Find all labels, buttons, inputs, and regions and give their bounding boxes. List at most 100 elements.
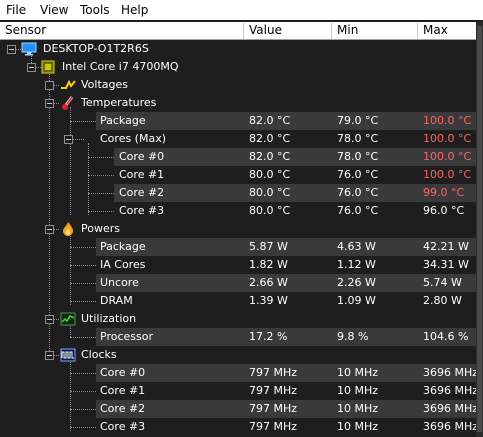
group-label: Temperatures <box>81 96 157 109</box>
sensor-min: 10 MHz <box>337 402 379 415</box>
menu-file[interactable]: File <box>6 3 26 17</box>
collapse-toggle[interactable] <box>64 135 73 144</box>
collapse-toggle[interactable] <box>45 351 54 360</box>
thermometer-icon <box>62 96 74 110</box>
sensor-label: DRAM <box>100 294 133 307</box>
sensor-max: 100.0 °C <box>423 132 472 145</box>
group-label: Voltages <box>81 78 128 91</box>
sensor-min: 78.0 °C <box>337 132 379 145</box>
collapse-toggle[interactable] <box>27 63 36 72</box>
sensor-label: Core #1 <box>100 384 146 397</box>
sensor-row-power-package[interactable]: Package 5.87 W 4.63 W 42.21 W <box>0 238 476 256</box>
sensor-value: 5.87 W <box>249 240 288 253</box>
sensor-row-temp-core-0[interactable]: Core #0 82.0 °C 78.0 °C 100.0 °C <box>0 148 476 166</box>
sensor-min: 79.0 °C <box>337 114 379 127</box>
sensor-label: IA Cores <box>100 258 146 271</box>
column-max[interactable]: Max <box>418 23 476 39</box>
sensor-value: 797 MHz <box>249 366 298 379</box>
menu-bar: File View Tools Help <box>0 0 483 20</box>
sensor-min: 76.0 °C <box>337 168 379 181</box>
sensor-row-temp-core-3[interactable]: Core #3 80.0 °C 76.0 °C 96.0 °C <box>0 202 476 220</box>
sensor-row-power-ia-cores[interactable]: IA Cores 1.82 W 1.12 W 34.31 W <box>0 256 476 274</box>
cpu-name: Intel Core i7 4700MQ <box>62 60 179 73</box>
sensor-min: 10 MHz <box>337 366 379 379</box>
group-label: Utilization <box>81 312 137 325</box>
sensor-row-temp-package[interactable]: Package 82.0 °C 79.0 °C 100.0 °C <box>0 112 476 130</box>
sensor-max: 5.74 W <box>423 276 462 289</box>
sensor-value: 2.66 W <box>249 276 288 289</box>
sensor-row-util-processor[interactable]: Processor 17.2 % 9.8 % 104.6 % <box>0 328 476 346</box>
sensor-label: Core #2 <box>119 186 165 199</box>
menu-tools[interactable]: Tools <box>80 3 110 17</box>
tree-group-utilization[interactable]: Utilization <box>0 310 476 328</box>
tree-node-computer[interactable]: DESKTOP-O1T2R6S <box>0 40 476 58</box>
sensor-row-power-dram[interactable]: DRAM 1.39 W 1.09 W 2.80 W <box>0 292 476 310</box>
sensor-max: 3696 MHz <box>423 420 476 433</box>
sensor-value: 80.0 °C <box>249 204 291 217</box>
voltage-icon <box>61 79 76 89</box>
sensor-label: Core #1 <box>119 168 165 181</box>
tree-group-clocks[interactable]: Clocks <box>0 346 476 364</box>
sensor-row-clock-core-2[interactable]: Core #2 797 MHz 10 MHz 3696 MHz <box>0 400 476 418</box>
sensor-row-power-uncore[interactable]: Uncore 2.66 W 2.26 W 5.74 W <box>0 274 476 292</box>
sensor-min: 9.8 % <box>337 330 369 343</box>
sensor-max: 100.0 °C <box>423 168 472 181</box>
collapse-toggle[interactable] <box>45 315 54 324</box>
sensor-value: 80.0 °C <box>249 186 291 199</box>
sensor-max: 100.0 °C <box>423 150 472 163</box>
tree-group-powers[interactable]: Powers <box>0 220 476 238</box>
sensor-value: 797 MHz <box>249 384 298 397</box>
sensor-min: 1.09 W <box>337 294 376 307</box>
scrollbar-thumb[interactable] <box>477 26 482 432</box>
sensor-tree: DESKTOP-O1T2R6S Intel Core i7 4700MQ Vol… <box>0 40 476 437</box>
sensor-min: 2.26 W <box>337 276 376 289</box>
tree-node-cpu[interactable]: Intel Core i7 4700MQ <box>0 58 476 76</box>
sensor-row-temp-core-2[interactable]: Core #2 80.0 °C 76.0 °C 99.0 °C <box>0 184 476 202</box>
column-value[interactable]: Value <box>244 23 332 39</box>
clock-signal-icon <box>60 348 76 362</box>
sensor-label: Core #2 <box>100 402 146 415</box>
sensor-label: Cores (Max) <box>100 132 167 145</box>
sensor-min: 4.63 W <box>337 240 376 253</box>
sensor-label: Core #0 <box>100 366 146 379</box>
sensor-label: Uncore <box>100 276 139 289</box>
menu-view[interactable]: View <box>40 3 68 17</box>
collapse-toggle[interactable] <box>7 45 16 54</box>
utilization-graph-icon <box>60 312 76 326</box>
sensor-row-temp-core-1[interactable]: Core #1 80.0 °C 76.0 °C 100.0 °C <box>0 166 476 184</box>
sensor-value: 797 MHz <box>249 402 298 415</box>
vertical-scrollbar[interactable] <box>476 22 483 437</box>
sensor-label: Core #3 <box>100 420 146 433</box>
column-min[interactable]: Min <box>332 23 418 39</box>
sensor-value: 82.0 °C <box>249 114 291 127</box>
flame-icon <box>63 222 73 236</box>
tree-group-voltages[interactable]: Voltages <box>0 76 476 94</box>
sensor-row-cores-max[interactable]: Cores (Max) 82.0 °C 78.0 °C 100.0 °C <box>0 130 476 148</box>
sensor-label: Package <box>100 114 146 127</box>
sensor-max: 42.21 W <box>423 240 469 253</box>
sensor-row-clock-core-3[interactable]: Core #3 797 MHz 10 MHz 3696 MHz <box>0 418 476 436</box>
sensor-label: Core #0 <box>119 150 165 163</box>
sensor-value: 82.0 °C <box>249 132 291 145</box>
sensor-row-clock-core-1[interactable]: Core #1 797 MHz 10 MHz 3696 MHz <box>0 382 476 400</box>
sensor-max: 104.6 % <box>423 330 469 343</box>
collapse-toggle[interactable] <box>45 99 54 108</box>
column-sensor[interactable]: Sensor <box>0 23 244 39</box>
computer-name: DESKTOP-O1T2R6S <box>43 42 149 55</box>
cpu-chip-icon <box>41 60 55 74</box>
tree-group-temperatures[interactable]: Temperatures <box>0 94 476 112</box>
sensor-min: 76.0 °C <box>337 204 379 217</box>
sensor-max: 3696 MHz <box>423 402 476 415</box>
column-header: Sensor Value Min Max <box>0 22 476 40</box>
sensor-max: 34.31 W <box>423 258 469 271</box>
group-label: Clocks <box>81 348 117 361</box>
menu-help[interactable]: Help <box>121 3 148 17</box>
sensor-label: Core #3 <box>119 204 165 217</box>
sensor-label: Processor <box>100 330 153 343</box>
sensor-row-clock-core-0[interactable]: Core #0 797 MHz 10 MHz 3696 MHz <box>0 364 476 382</box>
expand-toggle[interactable] <box>45 81 54 90</box>
sensor-value: 797 MHz <box>249 420 298 433</box>
sensor-min: 78.0 °C <box>337 150 379 163</box>
collapse-toggle[interactable] <box>45 225 54 234</box>
sensor-value: 1.82 W <box>249 258 288 271</box>
